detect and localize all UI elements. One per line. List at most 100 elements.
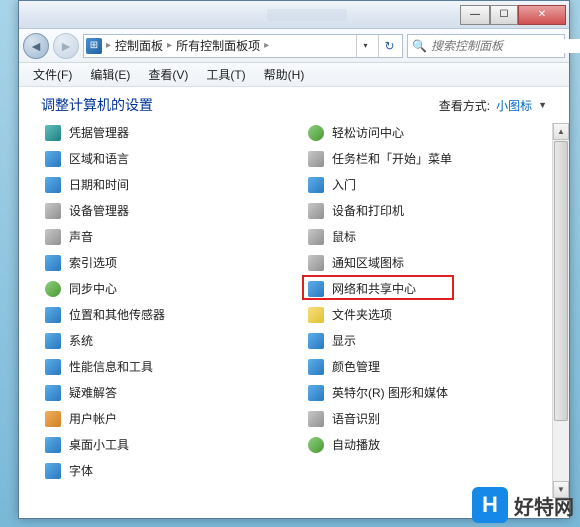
search-box[interactable]: 🔍 <box>407 34 565 58</box>
item-icon <box>45 255 61 271</box>
control-panel-item[interactable]: 入门 <box>308 175 551 194</box>
item-label: 语音识别 <box>332 410 380 427</box>
menu-tools[interactable]: 工具(T) <box>198 64 253 85</box>
item-label: 性能信息和工具 <box>69 358 153 375</box>
menu-view[interactable]: 查看(V) <box>140 64 196 85</box>
menu-file[interactable]: 文件(F) <box>25 64 80 85</box>
control-panel-item[interactable]: 颜色管理 <box>308 357 551 376</box>
control-panel-item[interactable]: 文件夹选项 <box>308 305 551 324</box>
navigation-bar: ◄ ► ⊞ ▸ 控制面板 ▸ 所有控制面板项 ▸ ▾ ↻ 🔍 <box>19 29 569 63</box>
control-panel-item[interactable]: 用户帐户 <box>45 409 288 428</box>
breadcrumb-seg1[interactable]: 控制面板 <box>115 37 163 54</box>
item-icon <box>308 203 324 219</box>
view-mode: 查看方式: 小图标 ▼ <box>439 97 547 114</box>
item-label: 网络和共享中心 <box>332 280 416 297</box>
breadcrumb-sep: ▸ <box>106 40 111 51</box>
item-icon <box>308 411 324 427</box>
item-icon <box>308 125 324 141</box>
content-header: 调整计算机的设置 查看方式: 小图标 ▼ <box>19 87 569 123</box>
control-panel-item[interactable]: 自动播放 <box>308 435 551 454</box>
chevron-down-icon[interactable]: ▼ <box>538 100 547 110</box>
search-input[interactable] <box>431 39 580 53</box>
view-mode-value[interactable]: 小图标 <box>496 97 532 114</box>
control-panel-item[interactable]: 轻松访问中心 <box>308 123 551 142</box>
page-title: 调整计算机的设置 <box>41 95 153 115</box>
control-panel-item[interactable]: 凭据管理器 <box>45 123 288 142</box>
maximize-button[interactable]: ☐ <box>490 5 518 25</box>
control-panel-item[interactable]: 语音识别 <box>308 409 551 428</box>
item-label: 鼠标 <box>332 228 356 245</box>
item-icon <box>308 281 324 297</box>
control-panel-item[interactable]: 声音 <box>45 227 288 246</box>
item-label: 凭据管理器 <box>69 124 129 141</box>
item-label: 日期和时间 <box>69 176 129 193</box>
item-label: 文件夹选项 <box>332 306 392 323</box>
item-label: 索引选项 <box>69 254 117 271</box>
item-label: 设备和打印机 <box>332 202 404 219</box>
control-panel-item[interactable]: 字体 <box>45 461 288 480</box>
control-panel-item[interactable]: 鼠标 <box>308 227 551 246</box>
breadcrumb-seg2[interactable]: 所有控制面板项 <box>176 37 260 54</box>
item-icon <box>45 359 61 375</box>
scroll-thumb[interactable] <box>554 141 568 421</box>
control-panel-item[interactable]: 通知区域图标 <box>308 253 551 272</box>
item-icon <box>45 203 61 219</box>
item-label: 区域和语言 <box>69 150 129 167</box>
control-panel-item[interactable]: 日期和时间 <box>45 175 288 194</box>
item-icon <box>45 463 61 479</box>
titlebar: — ☐ ✕ <box>19 1 569 29</box>
item-icon <box>45 177 61 193</box>
watermark-logo: H <box>472 487 508 523</box>
menu-help[interactable]: 帮助(H) <box>256 64 313 85</box>
minimize-button[interactable]: — <box>460 5 490 25</box>
item-label: 用户帐户 <box>69 410 117 427</box>
close-button[interactable]: ✕ <box>518 5 566 25</box>
item-label: 系统 <box>69 332 93 349</box>
control-panel-item[interactable]: 索引选项 <box>45 253 288 272</box>
item-icon <box>45 125 61 141</box>
control-panel-items-grid: 凭据管理器 轻松访问中心区域和语言 任务栏和「开始」菜单日期和时间 入门设备管理器 设备… <box>45 123 551 480</box>
item-icon <box>308 177 324 193</box>
menu-edit[interactable]: 编辑(E) <box>82 64 138 85</box>
item-label: 字体 <box>69 462 93 479</box>
control-panel-item[interactable]: 英特尔(R) 图形和媒体 <box>308 383 551 402</box>
control-panel-item[interactable]: 设备管理器 <box>45 201 288 220</box>
address-bar[interactable]: ⊞ ▸ 控制面板 ▸ 所有控制面板项 ▸ ▾ ↻ <box>83 34 403 58</box>
item-icon <box>45 307 61 323</box>
control-panel-item[interactable]: 性能信息和工具 <box>45 357 288 376</box>
back-button[interactable]: ◄ <box>23 33 49 59</box>
address-dropdown[interactable]: ▾ <box>356 35 374 57</box>
watermark-text: 好特网 <box>514 491 574 520</box>
item-label: 设备管理器 <box>69 202 129 219</box>
control-panel-item[interactable]: 位置和其他传感器 <box>45 305 288 324</box>
control-panel-item[interactable]: 疑难解答 <box>45 383 288 402</box>
item-label: 疑难解答 <box>69 384 117 401</box>
item-icon <box>308 437 324 453</box>
item-icon <box>308 333 324 349</box>
scroll-up-arrow[interactable]: ▲ <box>553 123 569 140</box>
scrollbar[interactable]: ▲ ▼ <box>552 123 569 498</box>
window-controls: — ☐ ✕ <box>460 5 566 25</box>
control-panel-item[interactable]: 任务栏和「开始」菜单 <box>308 149 551 168</box>
item-icon <box>308 359 324 375</box>
item-icon <box>45 333 61 349</box>
control-panel-item[interactable]: 桌面小工具 <box>45 435 288 454</box>
refresh-button[interactable]: ↻ <box>378 35 400 57</box>
control-panel-item[interactable]: 同步中心 <box>45 279 288 298</box>
control-panel-item[interactable]: 区域和语言 <box>45 149 288 168</box>
item-icon <box>308 255 324 271</box>
breadcrumb-sep: ▸ <box>167 40 172 51</box>
control-panel-icon: ⊞ <box>86 38 102 54</box>
item-label: 显示 <box>332 332 356 349</box>
item-icon <box>45 151 61 167</box>
control-panel-item[interactable]: 设备和打印机 <box>308 201 551 220</box>
search-icon: 🔍 <box>412 39 427 53</box>
item-icon <box>308 385 324 401</box>
control-panel-item[interactable]: 系统 <box>45 331 288 350</box>
control-panel-item[interactable]: 显示 <box>308 331 551 350</box>
item-icon <box>45 385 61 401</box>
forward-button[interactable]: ► <box>53 33 79 59</box>
control-panel-window: — ☐ ✕ ◄ ► ⊞ ▸ 控制面板 ▸ 所有控制面板项 ▸ ▾ ↻ 🔍 文件(… <box>18 0 570 519</box>
control-panel-item[interactable]: 网络和共享中心 <box>308 279 551 298</box>
item-label: 位置和其他传感器 <box>69 306 165 323</box>
